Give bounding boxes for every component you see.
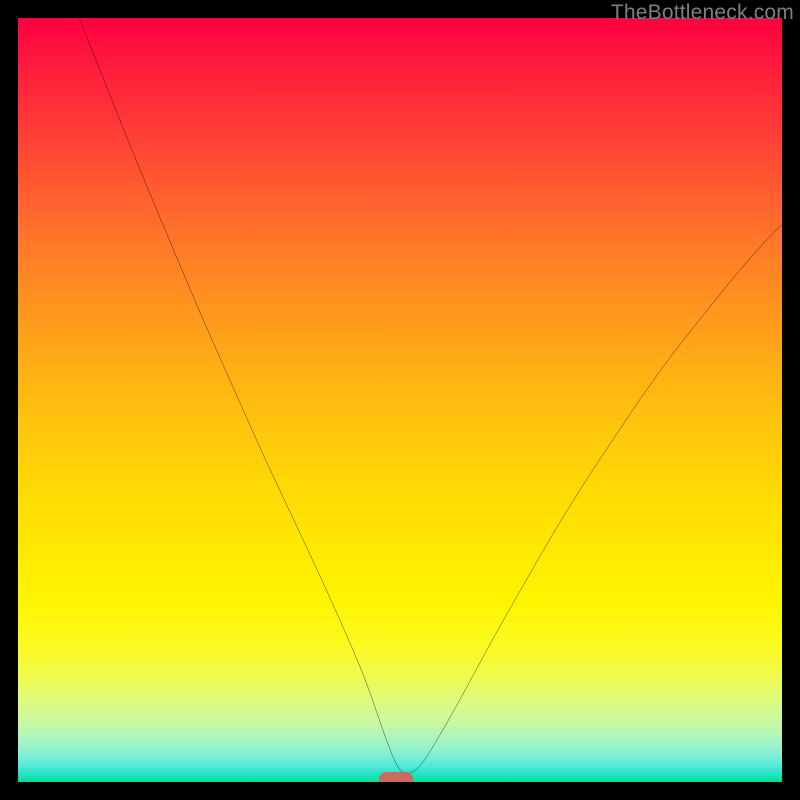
attribution-text: TheBottleneck.com [611,1,794,25]
chart-stage: TheBottleneck.com [0,0,800,800]
curve-path [79,18,782,774]
bottleneck-curve [18,18,782,782]
optimum-marker [379,772,413,782]
plot-area [18,18,782,782]
